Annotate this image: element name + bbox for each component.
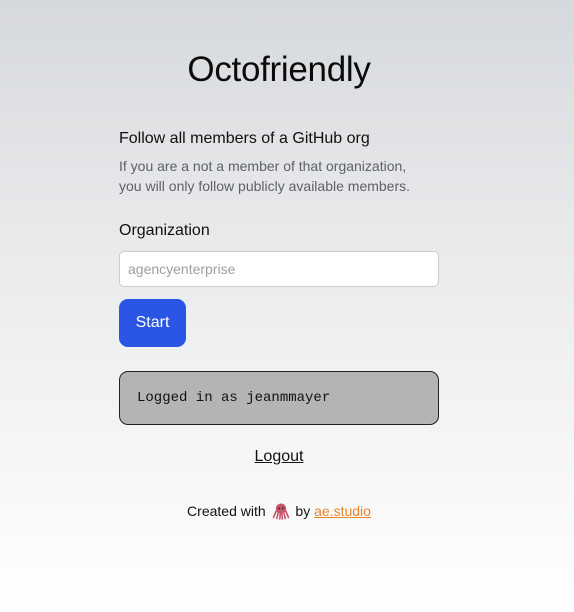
login-status-box: Logged in as jeanmmayer [119,371,439,425]
main-content: Follow all members of a GitHub org If yo… [119,128,439,520]
intro-description-line-1: If you are a not a member of that organi… [119,158,407,174]
footer-created-with: Created with [187,503,266,519]
organization-label: Organization [119,222,210,239]
app-title: Octofriendly [187,50,371,89]
organization-input[interactable] [119,251,439,287]
ae-studio-link[interactable]: ae.studio [314,503,371,519]
logout-container: Logout [119,448,439,466]
intro-description: If you are a not a member of that organi… [119,156,439,196]
start-button[interactable]: Start [119,299,186,347]
logout-link[interactable]: Logout [255,448,304,465]
footer: Created with by ae.studio [109,502,449,520]
footer-by: by [295,503,311,519]
login-status-text: Logged in as jeanmmayer [137,390,331,406]
octopus-icon [272,502,290,520]
intro-description-line-2: you will only follow publicly available … [119,178,411,194]
intro-heading: Follow all members of a GitHub org [119,130,370,147]
